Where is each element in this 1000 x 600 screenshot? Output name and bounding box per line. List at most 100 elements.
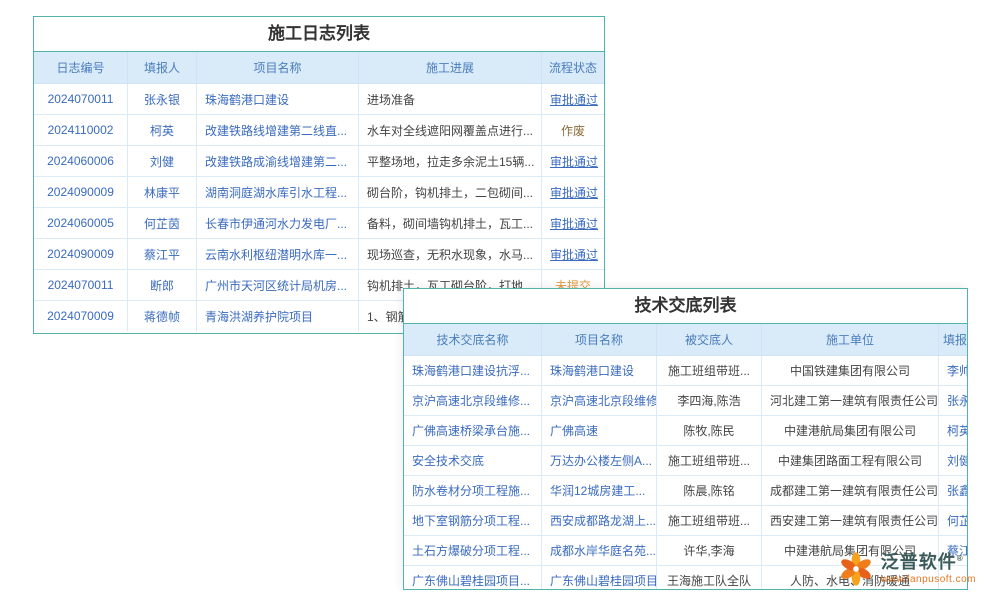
desktop-background: 施工日志列表 日志编号填报人项目名称施工进展流程状态2024070011张永银珠… — [0, 0, 1000, 600]
link-cell[interactable]: 广州市天河区统计局机房... — [197, 270, 359, 301]
status-badge[interactable]: 审批通过 — [542, 84, 605, 115]
column-header: 施工进展 — [359, 52, 542, 84]
link-cell[interactable]: 西安成都路龙湖上... — [542, 506, 657, 536]
status-badge[interactable]: 审批通过 — [542, 146, 605, 177]
link-cell[interactable]: 刘健 — [128, 146, 197, 177]
link-cell[interactable]: 蒋德帧 — [128, 301, 197, 332]
link-cell[interactable]: 万达办公楼左侧A... — [542, 446, 657, 476]
fanpu-flower-icon — [837, 550, 875, 588]
table-row[interactable]: 2024110002柯英改建铁路线增建第二线直...水车对全线遮阳网覆盖点进行.… — [34, 115, 604, 146]
link-cell[interactable]: 2024110002 — [34, 115, 128, 146]
table-row[interactable]: 珠海鹤港口建设抗浮...珠海鹤港口建设施工班组带班...中国铁建集团有限公司李帅 — [404, 356, 967, 386]
table-row[interactable]: 2024090009林康平湖南洞庭湖水库引水工程...砌台阶，钩机排土，二包砌间… — [34, 177, 604, 208]
column-header: 被交底人 — [657, 324, 762, 356]
table-row[interactable]: 2024060006刘健改建铁路成渝线增建第二...平整场地，拉走多余泥土15辆… — [34, 146, 604, 177]
link-cell[interactable]: 长春市伊通河水力发电厂... — [197, 208, 359, 239]
link-cell[interactable]: 2024070009 — [34, 301, 128, 332]
text-cell: 砌台阶，钩机排土，二包砌间... — [359, 177, 542, 208]
link-cell[interactable]: 成都水岸华庭名苑... — [542, 536, 657, 566]
table-row[interactable]: 2024070011张永银珠海鹤港口建设进场准备审批通过 — [34, 84, 604, 115]
text-cell: 进场准备 — [359, 84, 542, 115]
text-cell: 许华,李海 — [657, 536, 762, 566]
link-cell[interactable]: 2024090009 — [34, 239, 128, 270]
text-cell: 陈晨,陈铭 — [657, 476, 762, 506]
text-cell: 王海施工队全队 — [657, 566, 762, 591]
status-badge[interactable]: 审批通过 — [542, 177, 605, 208]
link-cell[interactable]: 广佛高速 — [542, 416, 657, 446]
column-header: 技术交底名称 — [404, 324, 542, 356]
fanpu-logo-text: 泛普软件® www.fanpusoft.com — [881, 553, 976, 586]
table-row[interactable]: 2024060005何芷茵长春市伊通河水力发电厂...备料，砌间墙钩机排土，瓦工… — [34, 208, 604, 239]
link-cell[interactable]: 广东佛山碧桂园项目... — [404, 566, 542, 591]
table-row[interactable]: 广佛高速桥梁承台施...广佛高速陈牧,陈民中建港航局集团有限公司柯英 — [404, 416, 967, 446]
link-cell[interactable]: 蔡江平 — [128, 239, 197, 270]
fanpu-logo: 泛普软件® www.fanpusoft.com — [837, 550, 976, 588]
link-cell[interactable]: 安全技术交底 — [404, 446, 542, 476]
table-row[interactable]: 京沪高速北京段维修...京沪高速北京段维修李四海,陈浩河北建工第一建筑有限责任公… — [404, 386, 967, 416]
link-cell[interactable]: 2024060005 — [34, 208, 128, 239]
table-row[interactable]: 防水卷材分项工程施...华润12城房建工...陈晨,陈铭成都建工第一建筑有限责任… — [404, 476, 967, 506]
tech-disclosure-title: 技术交底列表 — [404, 289, 967, 324]
link-cell[interactable]: 2024090009 — [34, 177, 128, 208]
text-cell: 河北建工第一建筑有限责任公司 — [762, 386, 939, 416]
link-cell[interactable]: 2024070011 — [34, 270, 128, 301]
text-cell: 平整场地，拉走多余泥土15辆... — [359, 146, 542, 177]
link-cell[interactable]: 改建铁路线增建第二线直... — [197, 115, 359, 146]
header-row: 技术交底名称项目名称被交底人施工单位填报人 — [404, 324, 967, 356]
text-cell: 施工班组带班... — [657, 506, 762, 536]
link-cell[interactable]: 珠海鹤港口建设 — [542, 356, 657, 386]
text-cell: 施工班组带班... — [657, 356, 762, 386]
link-cell[interactable]: 柯英 — [128, 115, 197, 146]
table-row[interactable]: 安全技术交底万达办公楼左侧A...施工班组带班...中建集团路面工程有限公司刘健 — [404, 446, 967, 476]
link-cell[interactable]: 广东佛山碧桂园项目 — [542, 566, 657, 591]
link-cell[interactable]: 张鑫 — [939, 476, 968, 506]
text-cell: 西安建工第一建筑有限责任公司 — [762, 506, 939, 536]
construction-log-panel: 施工日志列表 日志编号填报人项目名称施工进展流程状态2024070011张永银珠… — [33, 16, 605, 334]
link-cell[interactable]: 土石方爆破分项工程... — [404, 536, 542, 566]
column-header: 日志编号 — [34, 52, 128, 84]
link-cell[interactable]: 京沪高速北京段维修 — [542, 386, 657, 416]
column-header: 填报人 — [939, 324, 968, 356]
link-cell[interactable]: 刘健 — [939, 446, 968, 476]
fanpu-url: www.fanpusoft.com — [881, 574, 976, 585]
link-cell[interactable]: 防水卷材分项工程施... — [404, 476, 542, 506]
column-header: 填报人 — [128, 52, 197, 84]
status-badge[interactable]: 作废 — [542, 115, 605, 146]
link-cell[interactable]: 何芷茵 — [128, 208, 197, 239]
registered-mark: ® — [957, 554, 964, 563]
link-cell[interactable]: 云南水利枢纽潜明水库一... — [197, 239, 359, 270]
text-cell: 成都建工第一建筑有限责任公司 — [762, 476, 939, 506]
link-cell[interactable]: 林康平 — [128, 177, 197, 208]
column-header: 流程状态 — [542, 52, 605, 84]
link-cell[interactable]: 张永银 — [128, 84, 197, 115]
status-badge[interactable]: 审批通过 — [542, 239, 605, 270]
link-cell[interactable]: 张永银 — [939, 386, 968, 416]
text-cell: 中建港航局集团有限公司 — [762, 416, 939, 446]
status-badge[interactable]: 审批通过 — [542, 208, 605, 239]
construction-log-title: 施工日志列表 — [34, 17, 604, 52]
link-cell[interactable]: 断郎 — [128, 270, 197, 301]
column-header: 项目名称 — [542, 324, 657, 356]
text-cell: 李四海,陈浩 — [657, 386, 762, 416]
link-cell[interactable]: 珠海鹤港口建设 — [197, 84, 359, 115]
link-cell[interactable]: 湖南洞庭湖水库引水工程... — [197, 177, 359, 208]
link-cell[interactable]: 李帅 — [939, 356, 968, 386]
link-cell[interactable]: 何芷茵 — [939, 506, 968, 536]
text-cell: 施工班组带班... — [657, 446, 762, 476]
text-cell: 陈牧,陈民 — [657, 416, 762, 446]
link-cell[interactable]: 京沪高速北京段维修... — [404, 386, 542, 416]
link-cell[interactable]: 青海洪湖养护院项目 — [197, 301, 359, 332]
link-cell[interactable]: 珠海鹤港口建设抗浮... — [404, 356, 542, 386]
table-row[interactable]: 2024090009蔡江平云南水利枢纽潜明水库一...现场巡查，无积水现象，水马… — [34, 239, 604, 270]
table-row[interactable]: 地下室钢筋分项工程...西安成都路龙湖上...施工班组带班...西安建工第一建筑… — [404, 506, 967, 536]
link-cell[interactable]: 地下室钢筋分项工程... — [404, 506, 542, 536]
link-cell[interactable]: 华润12城房建工... — [542, 476, 657, 506]
fanpu-brand-name: 泛普软件® — [881, 553, 976, 573]
link-cell[interactable]: 广佛高速桥梁承台施... — [404, 416, 542, 446]
link-cell[interactable]: 改建铁路成渝线增建第二... — [197, 146, 359, 177]
link-cell[interactable]: 柯英 — [939, 416, 968, 446]
header-row: 日志编号填报人项目名称施工进展流程状态 — [34, 52, 604, 84]
link-cell[interactable]: 2024070011 — [34, 84, 128, 115]
link-cell[interactable]: 2024060006 — [34, 146, 128, 177]
text-cell: 中国铁建集团有限公司 — [762, 356, 939, 386]
